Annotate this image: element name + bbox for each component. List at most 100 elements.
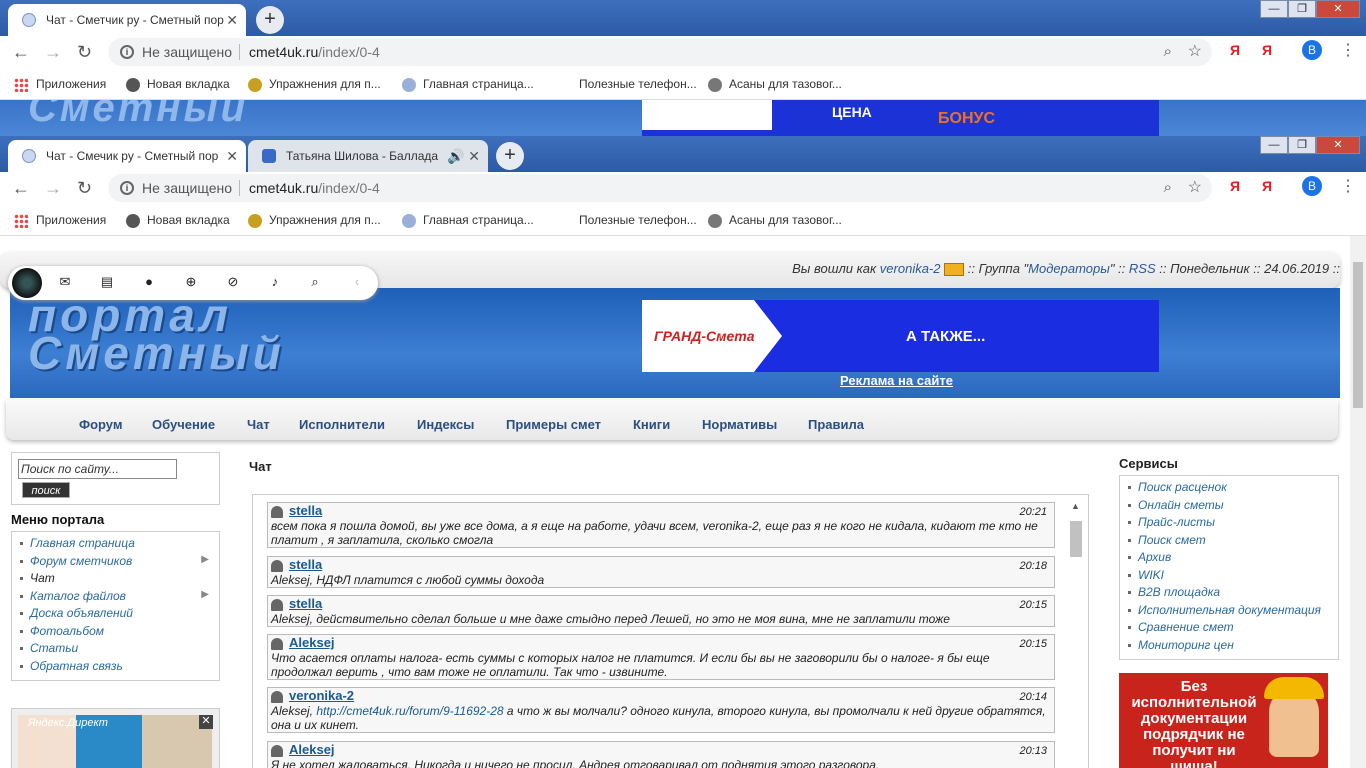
bookmark-exercises[interactable]: Упражнения для п... bbox=[248, 68, 381, 100]
yandex-extension-icon-2[interactable]: Я bbox=[1262, 42, 1272, 58]
nav-training[interactable]: Обучение bbox=[152, 417, 215, 432]
bookmark-apps[interactable]: Приложения bbox=[14, 204, 106, 236]
forum-link[interactable]: http://cmet4uk.ru/forum/9-11692-28 bbox=[316, 704, 503, 718]
mail-icon[interactable]: ✉ bbox=[56, 274, 74, 290]
reload-icon[interactable]: ↻ bbox=[77, 42, 92, 63]
message-author[interactable]: veronika-2 bbox=[289, 688, 354, 703]
profile-avatar[interactable]: В bbox=[1302, 40, 1322, 60]
back-arrow-icon[interactable]: ← bbox=[12, 42, 30, 63]
address-bar[interactable]: i Не защищено cmet4uk.ru/index/0-4 ⌕ ☆ bbox=[108, 38, 1212, 66]
nav-forum[interactable]: Форум bbox=[79, 417, 122, 432]
service-estimate-search[interactable]: Поиск смет bbox=[1126, 533, 1332, 551]
service-price-lists[interactable]: Прайс-листы bbox=[1126, 515, 1332, 533]
ad-banner[interactable]: ЦЕНА БОНУС bbox=[642, 100, 1159, 136]
message-author[interactable]: stella bbox=[289, 503, 322, 518]
bookmark-star-icon[interactable]: ☆ bbox=[1188, 38, 1202, 66]
advertise-link[interactable]: Реклама на сайте bbox=[840, 373, 953, 388]
service-price-search[interactable]: Поиск расценок bbox=[1126, 480, 1332, 498]
yandex-extension-icon[interactable]: Я bbox=[1230, 42, 1240, 58]
nav-examples[interactable]: Примеры смет bbox=[506, 417, 601, 432]
rss-link[interactable]: RSS bbox=[1129, 261, 1156, 276]
search-icon[interactable]: ⌕ bbox=[306, 274, 324, 290]
block-icon[interactable]: ⊘ bbox=[224, 274, 242, 290]
message-author[interactable]: stella bbox=[289, 596, 322, 611]
maximize-button[interactable]: ❐ bbox=[1288, 136, 1316, 154]
service-archive[interactable]: Архив bbox=[1126, 550, 1332, 568]
add-icon[interactable]: ⊕ bbox=[182, 274, 200, 290]
chat-scrollbar[interactable]: ▲ bbox=[1065, 495, 1087, 768]
new-tab-button[interactable]: + bbox=[496, 142, 524, 170]
notes-icon[interactable]: ▤ bbox=[98, 274, 116, 290]
tab-music[interactable]: Татьяна Шилова - Баллада 🔊 ✕ bbox=[248, 140, 488, 172]
close-window-button[interactable]: ✕ bbox=[1316, 0, 1360, 18]
menu-item-chat[interactable]: Чат bbox=[18, 571, 213, 589]
mail-icon[interactable] bbox=[944, 263, 965, 277]
info-icon[interactable]: i bbox=[120, 45, 134, 59]
page-scrollbar[interactable] bbox=[1350, 236, 1366, 768]
minimize-button[interactable]: — bbox=[1260, 136, 1288, 154]
bookmark-asanas[interactable]: Асаны для тазовог... bbox=[708, 68, 842, 100]
bookmark-new-tab[interactable]: Новая вкладка bbox=[126, 204, 230, 236]
service-exec-docs[interactable]: Исполнительная документация bbox=[1126, 603, 1332, 621]
collapse-arrow-icon[interactable]: ‹ bbox=[348, 274, 366, 289]
reload-icon[interactable]: ↻ bbox=[77, 178, 92, 199]
yandex-extension-icon-2[interactable]: Я bbox=[1262, 178, 1272, 194]
bookmark-new-tab[interactable]: Новая вкладка bbox=[126, 68, 230, 100]
site-logo[interactable]: портал Сметный bbox=[28, 292, 285, 376]
menu-item-home[interactable]: Главная страница bbox=[18, 536, 213, 554]
maximize-button[interactable]: ❐ bbox=[1288, 0, 1316, 18]
bookmark-exercises[interactable]: Упражнения для п... bbox=[248, 204, 381, 236]
tab-chat[interactable]: Чат - Смечик ру - Сметный пор ✕ bbox=[8, 140, 246, 172]
message-author[interactable]: stella bbox=[289, 557, 322, 572]
url-text[interactable]: cmet4uk.ru/index/0-4 bbox=[249, 174, 380, 202]
bookmark-phones[interactable]: Полезные телефон... bbox=[579, 68, 697, 100]
user-avatar[interactable] bbox=[12, 268, 42, 298]
service-price-monitoring[interactable]: Мониторинг цен bbox=[1126, 638, 1332, 656]
close-tab-icon[interactable]: ✕ bbox=[226, 140, 238, 172]
search-input[interactable]: Поиск по сайту... bbox=[18, 459, 177, 479]
yandex-direct-ad[interactable]: Яндекс.Директ ✕ bbox=[11, 708, 220, 768]
message-author[interactable]: Aleksej bbox=[289, 742, 335, 757]
menu-item-forum[interactable]: Форум сметчиков ▶ bbox=[18, 554, 213, 572]
minimize-button[interactable]: — bbox=[1260, 0, 1288, 18]
promo-banner[interactable]: Без исполнительной документации подрядчи… bbox=[1119, 673, 1328, 768]
nav-books[interactable]: Книги bbox=[633, 417, 670, 432]
zoom-icon[interactable]: ⌕ bbox=[1164, 38, 1172, 66]
close-ad-icon[interactable]: ✕ bbox=[199, 715, 213, 729]
nav-performers[interactable]: Исполнители bbox=[299, 417, 385, 432]
bookmark-apps[interactable]: Приложения bbox=[14, 68, 106, 100]
message-author[interactable]: Aleksej bbox=[289, 635, 335, 650]
menu-item-feedback[interactable]: Обратная связь bbox=[18, 659, 213, 677]
chat-icon[interactable]: ● bbox=[140, 274, 158, 289]
scroll-thumb[interactable] bbox=[1070, 521, 1082, 557]
forward-arrow-icon[interactable]: → bbox=[44, 42, 62, 63]
bookmark-asanas[interactable]: Асаны для тазовог... bbox=[708, 204, 842, 236]
nav-rules[interactable]: Правила bbox=[808, 417, 864, 432]
close-window-button[interactable]: ✕ bbox=[1316, 136, 1360, 154]
bookmark-main-page[interactable]: Главная страница... bbox=[402, 204, 534, 236]
menu-item-articles[interactable]: Статьи bbox=[18, 641, 213, 659]
search-button[interactable]: поиск bbox=[22, 482, 70, 498]
nav-norms[interactable]: Нормативы bbox=[702, 417, 777, 432]
scroll-thumb[interactable] bbox=[1353, 262, 1363, 408]
nav-chat[interactable]: Чат bbox=[247, 417, 270, 432]
group-link[interactable]: Модераторы bbox=[1028, 261, 1110, 276]
zoom-icon[interactable]: ⌕ bbox=[1164, 174, 1172, 202]
service-wiki[interactable]: WIKI bbox=[1126, 568, 1332, 586]
bookmark-phones[interactable]: Полезные телефон... bbox=[579, 204, 697, 236]
bookmark-star-icon[interactable]: ☆ bbox=[1188, 174, 1202, 202]
back-arrow-icon[interactable]: ← bbox=[12, 178, 30, 199]
url-text[interactable]: cmet4uk.ru/index/0-4 bbox=[249, 38, 380, 66]
close-tab-icon[interactable]: ✕ bbox=[226, 4, 238, 36]
menu-dots-icon[interactable]: ⋮ bbox=[1340, 176, 1356, 196]
bookmark-main-page[interactable]: Главная страница... bbox=[402, 68, 534, 100]
bell-icon[interactable]: ♪ bbox=[266, 274, 284, 289]
scroll-up-icon[interactable]: ▲ bbox=[1071, 501, 1080, 511]
info-icon[interactable]: i bbox=[120, 181, 134, 195]
address-bar[interactable]: i Не защищено cmet4uk.ru/index/0-4 ⌕ ☆ bbox=[108, 174, 1212, 202]
service-compare[interactable]: Сравнение смет bbox=[1126, 620, 1332, 638]
tab-chat[interactable]: Чат - Сметчик ру - Сметный пор ✕ bbox=[8, 4, 246, 36]
profile-avatar[interactable]: В bbox=[1302, 176, 1322, 196]
yandex-extension-icon[interactable]: Я bbox=[1230, 178, 1240, 194]
menu-item-photos[interactable]: Фотоальбом bbox=[18, 624, 213, 642]
